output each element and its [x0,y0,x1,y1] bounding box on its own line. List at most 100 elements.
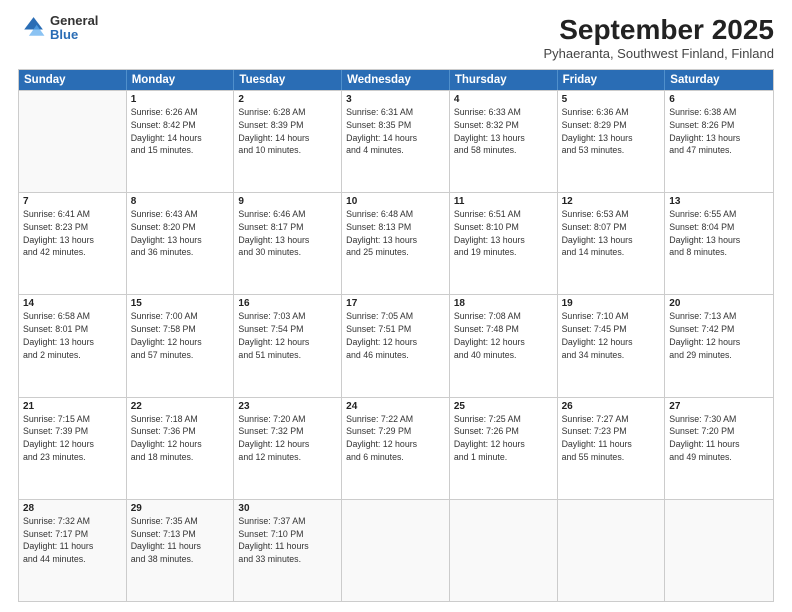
calendar-cell: 15Sunrise: 7:00 AMSunset: 7:58 PMDayligh… [127,295,235,396]
calendar-row: 21Sunrise: 7:15 AMSunset: 7:39 PMDayligh… [19,397,773,499]
cell-info: Sunrise: 6:51 AMSunset: 8:10 PMDaylight:… [454,208,553,259]
header: General Blue September 2025 Pyhaeranta, … [18,14,774,61]
cell-info: Sunrise: 7:35 AMSunset: 7:13 PMDaylight:… [131,515,230,566]
info-line: Sunset: 7:45 PM [562,324,627,334]
calendar-header-cell: Monday [127,70,235,90]
day-number: 27 [669,401,769,412]
calendar-cell: 25Sunrise: 7:25 AMSunset: 7:26 PMDayligh… [450,398,558,499]
info-line: Sunset: 8:26 PM [669,120,734,130]
info-line: Sunrise: 7:30 AM [669,414,736,424]
calendar-header-cell: Wednesday [342,70,450,90]
calendar-cell: 24Sunrise: 7:22 AMSunset: 7:29 PMDayligh… [342,398,450,499]
day-number: 21 [23,401,122,412]
day-number: 16 [238,298,337,309]
calendar-cell: 2Sunrise: 6:28 AMSunset: 8:39 PMDaylight… [234,91,342,192]
info-line: Daylight: 14 hours [131,133,202,143]
info-line: Sunset: 8:32 PM [454,120,519,130]
calendar-cell: 22Sunrise: 7:18 AMSunset: 7:36 PMDayligh… [127,398,235,499]
calendar-cell: 8Sunrise: 6:43 AMSunset: 8:20 PMDaylight… [127,193,235,294]
info-line: Sunset: 7:39 PM [23,426,88,436]
info-line: Sunset: 8:13 PM [346,222,411,232]
info-line: Daylight: 14 hours [238,133,309,143]
info-line: Daylight: 13 hours [562,235,633,245]
day-number: 29 [131,503,230,514]
info-line: Sunset: 7:17 PM [23,529,88,539]
day-number: 12 [562,196,661,207]
cell-info: Sunrise: 6:26 AMSunset: 8:42 PMDaylight:… [131,106,230,157]
day-number: 30 [238,503,337,514]
info-line: and 23 minutes. [23,452,86,462]
cell-info: Sunrise: 7:03 AMSunset: 7:54 PMDaylight:… [238,310,337,361]
info-line: Sunrise: 6:38 AM [669,107,736,117]
info-line: Daylight: 11 hours [131,541,201,551]
info-line: Sunrise: 7:27 AM [562,414,629,424]
cell-info: Sunrise: 7:05 AMSunset: 7:51 PMDaylight:… [346,310,445,361]
info-line: and 6 minutes. [346,452,404,462]
info-line: and 44 minutes. [23,554,86,564]
info-line: Daylight: 12 hours [131,337,202,347]
logo: General Blue [18,14,98,43]
cell-info: Sunrise: 7:18 AMSunset: 7:36 PMDaylight:… [131,413,230,464]
day-number: 9 [238,196,337,207]
info-line: Daylight: 13 hours [346,235,417,245]
info-line: Sunset: 7:32 PM [238,426,303,436]
info-line: Sunrise: 6:26 AM [131,107,198,117]
day-number: 10 [346,196,445,207]
calendar-cell: 30Sunrise: 7:37 AMSunset: 7:10 PMDayligh… [234,500,342,601]
info-line: Sunrise: 6:41 AM [23,209,90,219]
info-line: and 19 minutes. [454,247,517,257]
day-number: 28 [23,503,122,514]
cell-info: Sunrise: 7:37 AMSunset: 7:10 PMDaylight:… [238,515,337,566]
info-line: and 51 minutes. [238,350,301,360]
info-line: and 14 minutes. [562,247,625,257]
info-line: Sunrise: 7:00 AM [131,311,198,321]
calendar: SundayMondayTuesdayWednesdayThursdayFrid… [18,69,774,602]
info-line: Sunrise: 7:20 AM [238,414,305,424]
day-number: 26 [562,401,661,412]
cell-info: Sunrise: 6:48 AMSunset: 8:13 PMDaylight:… [346,208,445,259]
day-number: 11 [454,196,553,207]
day-number: 22 [131,401,230,412]
info-line: Sunrise: 7:35 AM [131,516,198,526]
subtitle: Pyhaeranta, Southwest Finland, Finland [543,46,774,61]
info-line: and 29 minutes. [669,350,732,360]
cell-info: Sunrise: 6:28 AMSunset: 8:39 PMDaylight:… [238,106,337,157]
calendar-cell: 28Sunrise: 7:32 AMSunset: 7:17 PMDayligh… [19,500,127,601]
calendar-cell: 26Sunrise: 7:27 AMSunset: 7:23 PMDayligh… [558,398,666,499]
info-line: Daylight: 13 hours [238,235,309,245]
day-number: 7 [23,196,122,207]
info-line: Daylight: 13 hours [454,235,525,245]
calendar-row: 28Sunrise: 7:32 AMSunset: 7:17 PMDayligh… [19,499,773,601]
info-line: Daylight: 14 hours [346,133,417,143]
info-line: Sunrise: 7:18 AM [131,414,198,424]
info-line: and 12 minutes. [238,452,301,462]
calendar-cell: 10Sunrise: 6:48 AMSunset: 8:13 PMDayligh… [342,193,450,294]
info-line: Sunset: 8:01 PM [23,324,88,334]
calendar-cell: 19Sunrise: 7:10 AMSunset: 7:45 PMDayligh… [558,295,666,396]
calendar-cell: 13Sunrise: 6:55 AMSunset: 8:04 PMDayligh… [665,193,773,294]
calendar-cell: 7Sunrise: 6:41 AMSunset: 8:23 PMDaylight… [19,193,127,294]
calendar-header-cell: Sunday [19,70,127,90]
info-line: and 18 minutes. [131,452,194,462]
info-line: and 55 minutes. [562,452,625,462]
info-line: Sunrise: 7:15 AM [23,414,90,424]
info-line: Sunrise: 6:58 AM [23,311,90,321]
cell-info: Sunrise: 7:10 AMSunset: 7:45 PMDaylight:… [562,310,661,361]
day-number: 14 [23,298,122,309]
day-number: 23 [238,401,337,412]
info-line: Sunset: 7:58 PM [131,324,196,334]
logo-text: General Blue [50,14,98,43]
info-line: and 58 minutes. [454,145,517,155]
calendar-cell [665,500,773,601]
info-line: Daylight: 12 hours [562,337,633,347]
calendar-cell: 1Sunrise: 6:26 AMSunset: 8:42 PMDaylight… [127,91,235,192]
info-line: and 36 minutes. [131,247,194,257]
calendar-cell: 20Sunrise: 7:13 AMSunset: 7:42 PMDayligh… [665,295,773,396]
day-number: 6 [669,94,769,105]
info-line: Daylight: 12 hours [454,337,525,347]
info-line: Sunset: 8:20 PM [131,222,196,232]
info-line: Sunset: 7:42 PM [669,324,734,334]
calendar-cell: 5Sunrise: 6:36 AMSunset: 8:29 PMDaylight… [558,91,666,192]
info-line: Sunset: 7:23 PM [562,426,627,436]
info-line: Sunset: 7:20 PM [669,426,734,436]
